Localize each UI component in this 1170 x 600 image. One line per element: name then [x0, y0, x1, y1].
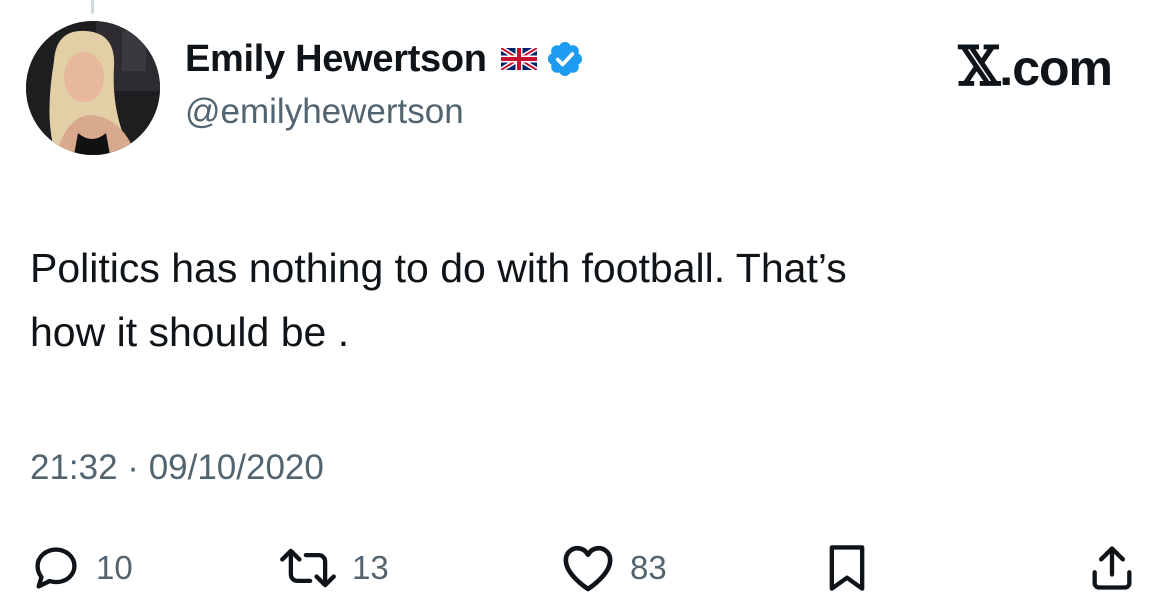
like-count: 83	[630, 549, 667, 586]
tweet-text-line: how it should be .	[30, 309, 350, 355]
reply-count: 10	[96, 549, 133, 586]
bookmark-icon	[829, 545, 865, 591]
tweet-text-line: Politics has nothing to do with football…	[30, 245, 847, 291]
tweet-text: Politics has nothing to do with football…	[30, 236, 1140, 364]
user-handle[interactable]: @emilyhewertson	[185, 92, 464, 132]
thread-connector-line	[91, 0, 94, 14]
share-button[interactable]	[1086, 538, 1138, 598]
repost-count: 13	[352, 549, 389, 586]
avatar-photo	[26, 21, 160, 155]
reply-icon	[35, 547, 77, 589]
x-logo-icon: 𝕏	[958, 34, 1000, 98]
like-button[interactable]: 83	[560, 538, 667, 598]
bookmark-button[interactable]	[824, 538, 870, 598]
uk-flag-icon	[499, 45, 539, 73]
display-name[interactable]: Emily Hewertson	[185, 38, 487, 81]
user-name-row: Emily Hewertson	[185, 36, 585, 82]
verified-badge-icon[interactable]	[545, 39, 585, 79]
tweet-timestamp[interactable]: 21:32 · 09/10/2020	[30, 448, 324, 488]
avatar[interactable]	[26, 21, 160, 155]
action-bar: 10 13 83	[0, 538, 1170, 598]
source-label: 𝕏 .com	[958, 34, 1113, 98]
reply-button[interactable]: 10	[30, 538, 133, 598]
share-icon	[1092, 546, 1132, 590]
source-domain: .com	[999, 40, 1113, 96]
heart-icon	[563, 545, 613, 592]
repost-button[interactable]: 13	[278, 538, 389, 598]
repost-icon	[280, 548, 336, 588]
